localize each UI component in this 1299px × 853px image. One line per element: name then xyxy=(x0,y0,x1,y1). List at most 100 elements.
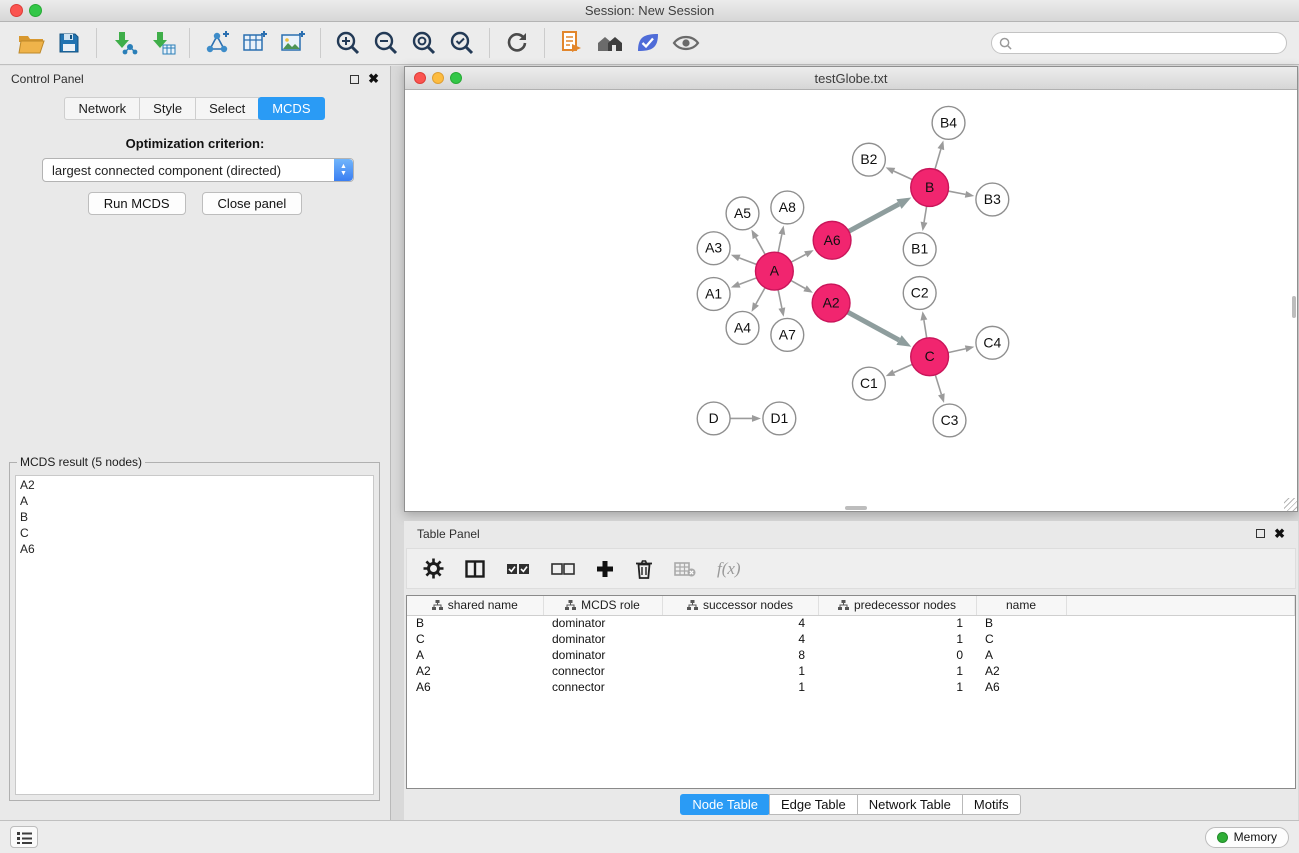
graph-edge-B-B2[interactable] xyxy=(886,167,913,179)
graph-edge-A-A3[interactable] xyxy=(731,255,757,265)
toolbar-search[interactable] xyxy=(991,32,1287,54)
graph-edge-A-A5[interactable] xyxy=(751,230,765,255)
close-table-panel-icon[interactable]: ✖ xyxy=(1274,529,1285,539)
resize-handle[interactable] xyxy=(1284,498,1297,511)
graph-edge-C-C3[interactable] xyxy=(935,375,944,403)
import-network-button[interactable] xyxy=(105,26,143,60)
vertical-scrollbar[interactable] xyxy=(1292,296,1296,318)
column-visibility-button[interactable] xyxy=(465,560,485,578)
zoom-window-button[interactable] xyxy=(29,4,42,17)
graph-edge-A6-B[interactable] xyxy=(849,197,912,231)
save-session-button[interactable] xyxy=(50,26,88,60)
tab-style[interactable]: Style xyxy=(139,97,196,120)
tab-network[interactable]: Network xyxy=(64,97,140,120)
graph-node-A4[interactable]: A4 xyxy=(726,311,759,344)
table-row[interactable]: A6connector 11 A6 xyxy=(407,679,1295,695)
graph-edge-D-D1[interactable] xyxy=(730,415,761,422)
close-panel-button[interactable]: Close panel xyxy=(202,192,303,215)
close-window-button[interactable] xyxy=(10,4,23,17)
tab-edge-table[interactable]: Edge Table xyxy=(769,794,858,815)
mcds-result-list[interactable]: A2 A B C A6 xyxy=(15,475,374,795)
import-table-button[interactable] xyxy=(143,26,181,60)
column-header-predecessor-nodes[interactable]: predecessor nodes xyxy=(818,596,976,615)
validate-button[interactable] xyxy=(629,26,667,60)
float-table-panel-icon[interactable] xyxy=(1256,529,1265,538)
graph-node-A1[interactable]: A1 xyxy=(697,278,730,311)
zoom-fit-button[interactable] xyxy=(405,26,443,60)
table-row[interactable]: Adominator 80 A xyxy=(407,647,1295,663)
float-panel-icon[interactable] xyxy=(350,75,359,84)
tab-node-table[interactable]: Node Table xyxy=(680,794,770,815)
table-row[interactable]: Cdominator 41 C xyxy=(407,631,1295,647)
graph-edge-B-B3[interactable] xyxy=(948,191,974,198)
tab-mcds[interactable]: MCDS xyxy=(258,97,324,120)
hide-columns-button[interactable] xyxy=(674,561,696,577)
deselect-all-button[interactable] xyxy=(551,563,575,575)
graph-node-C1[interactable]: C1 xyxy=(852,367,885,400)
new-table-button[interactable] xyxy=(236,26,274,60)
result-item[interactable]: A6 xyxy=(20,541,369,557)
graph-node-B3[interactable]: B3 xyxy=(976,183,1009,216)
graph-edge-A-A1[interactable] xyxy=(731,278,757,288)
select-all-button[interactable] xyxy=(506,563,530,575)
graph-node-A3[interactable]: A3 xyxy=(697,232,730,265)
network-zoom-button[interactable] xyxy=(450,72,462,84)
search-input[interactable] xyxy=(1016,36,1279,50)
open-file-button[interactable] xyxy=(12,26,50,60)
open-session-doc-button[interactable] xyxy=(553,26,591,60)
column-header-successor-nodes[interactable]: successor nodes xyxy=(662,596,818,615)
graph-node-B1[interactable]: B1 xyxy=(903,233,936,266)
run-mcds-button[interactable]: Run MCDS xyxy=(88,192,186,215)
graph-edge-A-A4[interactable] xyxy=(752,288,766,312)
column-header-mcds-role[interactable]: MCDS role xyxy=(543,596,662,615)
network-minimize-button[interactable] xyxy=(432,72,444,84)
tab-motifs[interactable]: Motifs xyxy=(962,794,1021,815)
column-header-shared-name[interactable]: shared name xyxy=(407,596,543,615)
graph-edge-A-A6[interactable] xyxy=(791,250,814,262)
memory-button[interactable]: Memory xyxy=(1205,827,1289,848)
graph-node-A6[interactable]: A6 xyxy=(813,221,851,259)
result-item[interactable]: A2 xyxy=(20,477,369,493)
refresh-button[interactable] xyxy=(498,26,536,60)
graph-node-D1[interactable]: D1 xyxy=(763,402,796,435)
optimization-criterion-select[interactable]: largest connected component (directed) ▲… xyxy=(42,158,354,182)
new-network-button[interactable] xyxy=(198,26,236,60)
close-panel-icon[interactable]: ✖ xyxy=(368,74,379,84)
tab-network-table[interactable]: Network Table xyxy=(857,794,963,815)
graph-edge-A-A2[interactable] xyxy=(791,280,813,292)
add-column-button[interactable] xyxy=(596,560,614,578)
graph-node-C3[interactable]: C3 xyxy=(933,404,966,437)
tab-select[interactable]: Select xyxy=(195,97,259,120)
graph-node-A8[interactable]: A8 xyxy=(771,191,804,224)
network-canvas[interactable]: B4B2BB3A5A8A6B1A3AC2A1A2A4A7C4CC1C3DD1 xyxy=(405,91,1297,511)
column-header-name[interactable]: name xyxy=(976,596,1066,615)
show-hide-button[interactable] xyxy=(667,26,705,60)
graph-edge-A-A8[interactable] xyxy=(778,225,785,252)
graph-node-B4[interactable]: B4 xyxy=(932,106,965,139)
graph-node-C[interactable]: C xyxy=(911,338,949,376)
delete-column-button[interactable] xyxy=(635,559,653,579)
result-item[interactable]: A xyxy=(20,493,369,509)
graph-edge-C-C4[interactable] xyxy=(948,345,974,352)
graph-node-A5[interactable]: A5 xyxy=(726,197,759,230)
task-history-button[interactable] xyxy=(10,826,38,848)
network-close-button[interactable] xyxy=(414,72,426,84)
graph-edge-A2-C[interactable] xyxy=(848,312,912,347)
graph-node-C4[interactable]: C4 xyxy=(976,326,1009,359)
table-row[interactable]: A2connector 11 A2 xyxy=(407,663,1295,679)
graph-node-C2[interactable]: C2 xyxy=(903,277,936,310)
graph-node-A[interactable]: A xyxy=(755,252,793,290)
result-item[interactable]: C xyxy=(20,525,369,541)
graph-edge-C-C1[interactable] xyxy=(886,364,913,376)
zoom-selected-button[interactable] xyxy=(443,26,481,60)
horizontal-scrollbar[interactable] xyxy=(845,506,867,510)
graph-node-B2[interactable]: B2 xyxy=(852,143,885,176)
graph-node-B[interactable]: B xyxy=(911,169,949,207)
zoom-in-button[interactable] xyxy=(329,26,367,60)
graph-node-A2[interactable]: A2 xyxy=(812,284,850,322)
result-item[interactable]: B xyxy=(20,509,369,525)
home-button[interactable] xyxy=(591,26,629,60)
graph-edge-B-B4[interactable] xyxy=(935,141,944,170)
zoom-out-button[interactable] xyxy=(367,26,405,60)
graph-node-A7[interactable]: A7 xyxy=(771,318,804,351)
